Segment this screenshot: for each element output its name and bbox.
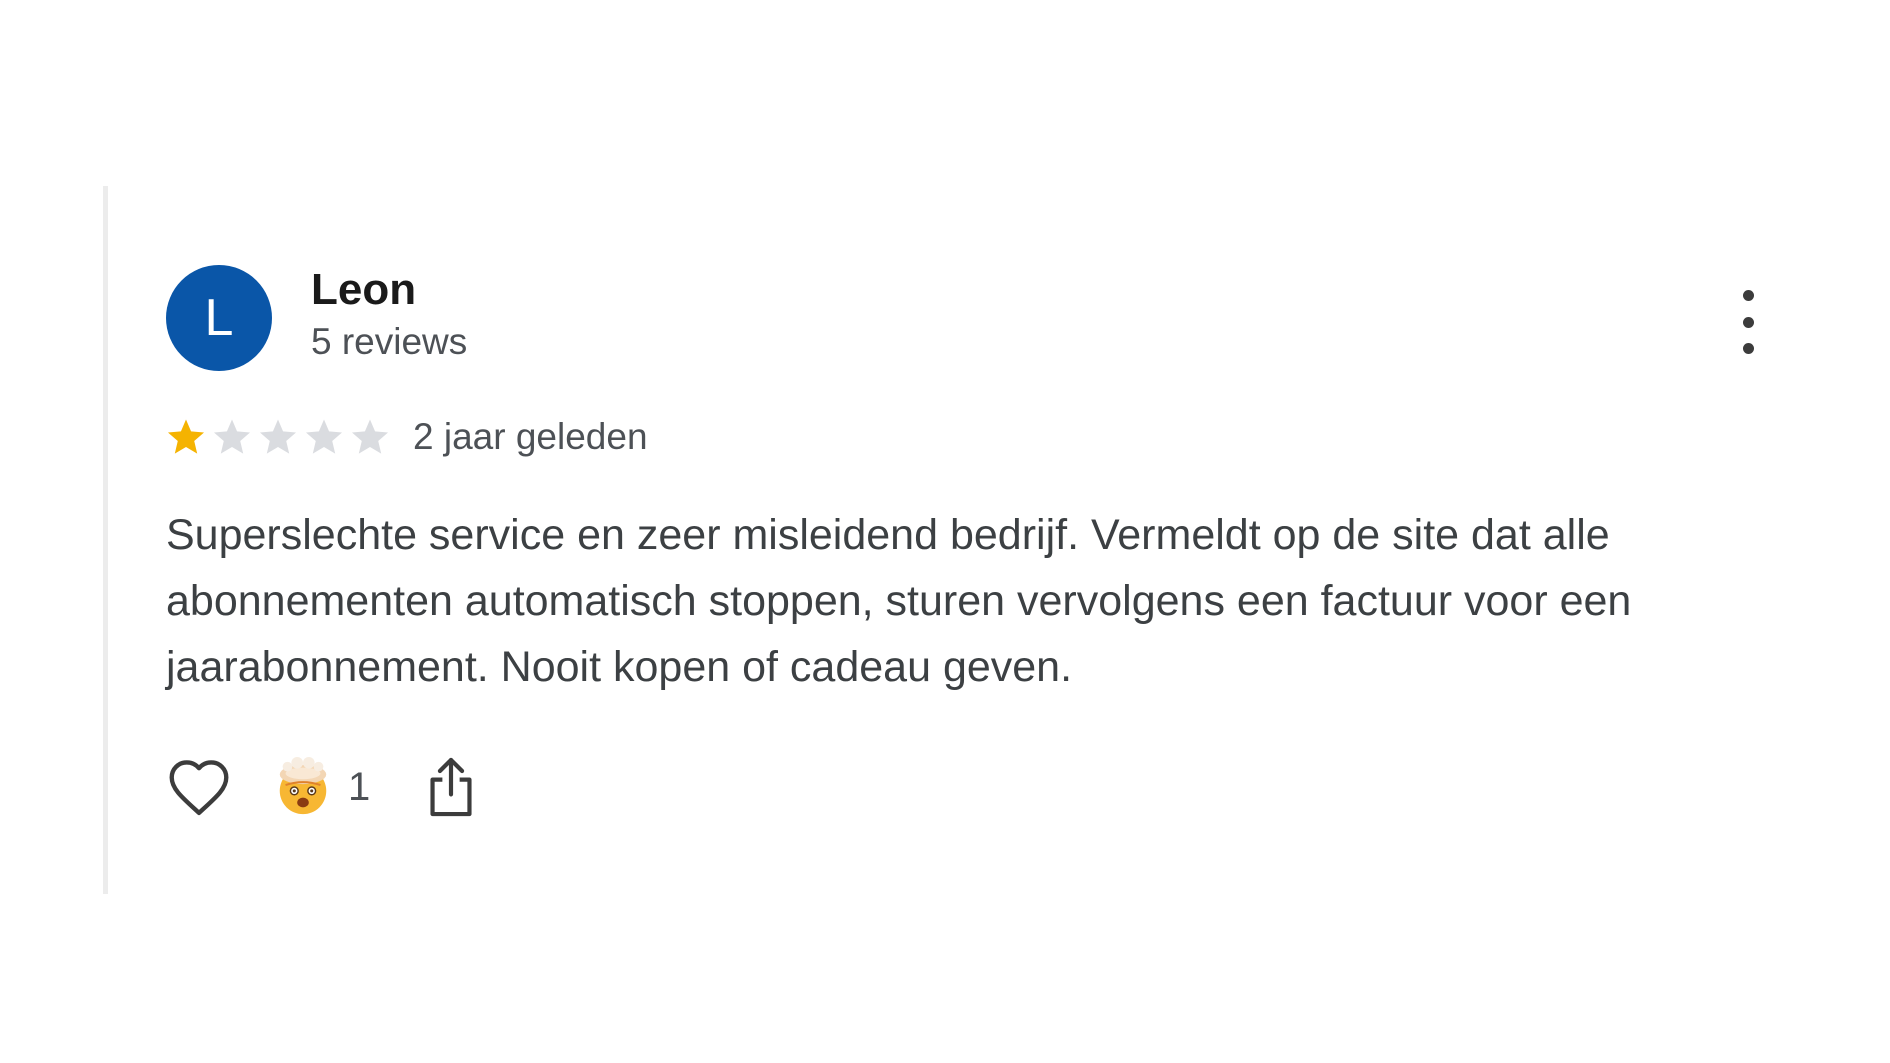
avatar-initial: L [204,289,234,347]
star-rating [165,416,391,458]
review-card: L Leon 5 reviews 2 jaar geleden Supersle… [103,186,1803,894]
more-options-icon-dot [1742,343,1754,354]
star-empty-icon [259,419,297,454]
share-icon [430,757,472,817]
reaction-count: 1 [348,764,371,809]
star-empty-icon [213,419,251,454]
share-button[interactable] [426,755,476,819]
rating-row: 2 jaar geleden [165,410,648,464]
heart-icon [169,760,229,816]
reviewer-review-count: 5 reviews [311,321,468,362]
star-empty-icon [305,419,343,454]
review-date: 2 jaar geleden [413,416,648,457]
more-options-icon [1742,290,1754,301]
reviewer-name[interactable]: Leon [311,268,416,312]
exploding-head-emoji-icon [279,756,327,815]
star-filled-icon [167,419,205,454]
more-options-icon-dot [1742,316,1754,328]
more-options-button[interactable] [1728,290,1768,354]
star-empty-icon [351,419,389,454]
like-button[interactable] [166,757,232,817]
review-text: Superslechte service en zeer misleidend … [166,511,1632,691]
reaction-button[interactable]: 1 [272,756,370,818]
avatar[interactable]: L [166,265,272,371]
action-bar: 1 [166,752,476,822]
